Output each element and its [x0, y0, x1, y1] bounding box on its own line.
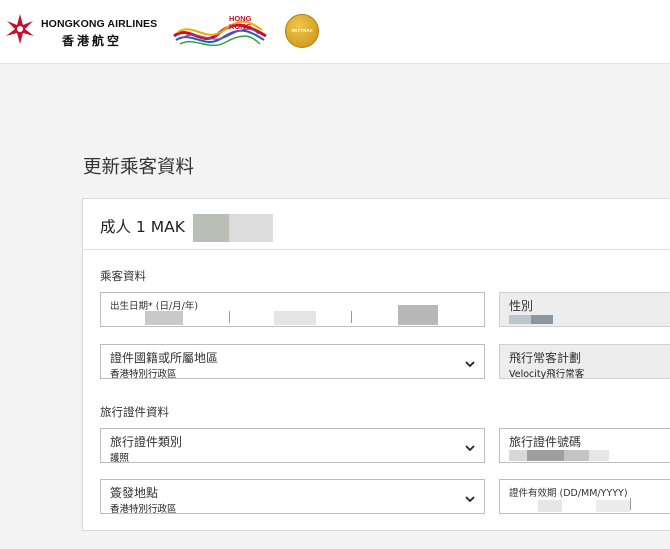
redacted-dob-year — [398, 305, 438, 325]
chevron-down-icon — [465, 445, 475, 452]
nationality-select[interactable]: 證件國籍或所屬地區 香港特別行政區 — [100, 344, 485, 380]
date-separator — [630, 498, 631, 510]
page-title: 更新乘客資料 — [83, 157, 195, 178]
nationality-value: 香港特別行政區 — [110, 369, 177, 380]
divider — [83, 249, 670, 250]
redacted-name — [193, 214, 273, 242]
section-title-travel-doc: 旅行證件資料 — [100, 405, 169, 419]
dob-label: 出生日期* (日/月/年) — [110, 301, 199, 312]
redacted-doc-number — [509, 450, 609, 461]
nationality-label: 證件國籍或所屬地區 — [110, 351, 219, 365]
issue-place-select[interactable]: 簽發地點 香港特別行政區 — [100, 479, 485, 515]
redacted-dob-day — [145, 311, 183, 325]
gender-label: 性別 — [509, 299, 534, 313]
frequent-flyer-value: Velocity飛行常客 — [509, 369, 585, 380]
airline-name-zh: 香港航空 — [62, 34, 123, 48]
doc-type-label: 旅行證件類別 — [110, 435, 183, 449]
redacted-expiry-month — [596, 500, 630, 512]
brand-hong-kong-logo — [173, 20, 267, 47]
chevron-down-icon — [465, 496, 475, 503]
chevron-down-icon — [465, 361, 475, 368]
airline-name-en: HONGKONG AIRLINES — [41, 18, 158, 30]
redacted-gender — [509, 315, 553, 324]
redacted-dob-month — [274, 311, 316, 325]
doc-number-label: 旅行證件號碼 — [509, 435, 582, 449]
frequent-flyer-field: 飛行常客計劃 Velocity飛行常客 — [499, 344, 670, 380]
redacted-expiry-day — [538, 500, 562, 512]
gender-field: 性別 — [499, 292, 670, 327]
dob-field[interactable]: 出生日期* (日/月/年) — [100, 292, 485, 327]
issue-place-value: 香港特別行政區 — [110, 504, 177, 515]
airline-logo-icon[interactable] — [4, 12, 36, 46]
doc-type-select[interactable]: 旅行證件類別 護照 — [100, 428, 485, 464]
expiry-label: 證件有效期 (DD/MM/YYYY) — [509, 488, 628, 499]
date-separator — [229, 311, 230, 323]
expiry-field[interactable]: 證件有效期 (DD/MM/YYYY) — [499, 479, 670, 514]
passenger-name: 成人 1 MAK — [100, 218, 185, 236]
doc-type-value: 護照 — [110, 453, 130, 464]
skytrax-award-badge: SKYTRAX — [285, 14, 319, 48]
doc-number-field[interactable]: 旅行證件號碼 — [499, 428, 670, 463]
frequent-flyer-label: 飛行常客計劃 — [509, 351, 582, 365]
issue-place-label: 簽發地點 — [110, 486, 159, 500]
site-header: HONGKONG AIRLINES 香港航空 HONG KONG SKYTRAX — [0, 0, 670, 64]
brand-hong-kong-logo-text: HONG KONG — [229, 14, 252, 31]
passenger-card: 成人 1 MAK 乘客資料 出生日期* (日/月/年) 性別 證件國籍或所屬地區… — [82, 198, 670, 531]
date-separator — [351, 311, 352, 323]
section-title-passenger-info: 乘客資料 — [100, 269, 146, 283]
